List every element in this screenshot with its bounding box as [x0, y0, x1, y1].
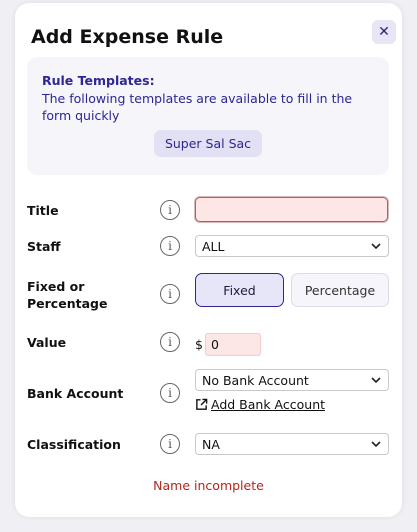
chevron-down-icon: [371, 243, 381, 250]
add-bank-account-link[interactable]: Add Bank Account: [195, 397, 325, 412]
info-icon[interactable]: i: [160, 332, 180, 352]
value-label: Value: [27, 335, 67, 350]
templates-description: The following templates are available to…: [42, 91, 353, 123]
validation-error-message: Name incomplete: [153, 478, 264, 493]
info-icon[interactable]: i: [160, 284, 180, 304]
currency-symbol: $: [195, 337, 203, 352]
add-expense-rule-modal: Add Expense Rule ✕ Rule Templates: The f…: [15, 3, 402, 517]
add-bank-account-label: Add Bank Account: [211, 397, 326, 412]
fixed-option-button[interactable]: Fixed: [195, 273, 284, 307]
title-label: Title: [27, 203, 59, 218]
rule-templates-panel: Rule Templates: The following templates …: [27, 57, 389, 175]
classification-selected-value: NA: [202, 436, 220, 452]
classification-label: Classification: [27, 437, 121, 452]
bank-account-selected-value: No Bank Account: [202, 372, 309, 388]
chevron-down-icon: [371, 441, 381, 448]
bank-account-label: Bank Account: [27, 386, 124, 401]
staff-selected-value: ALL: [202, 238, 225, 254]
percentage-option-button[interactable]: Percentage: [291, 273, 389, 307]
info-icon[interactable]: i: [160, 236, 180, 256]
close-button[interactable]: ✕: [372, 20, 396, 44]
info-icon[interactable]: i: [160, 200, 180, 220]
modal-title: Add Expense Rule: [31, 26, 224, 48]
template-button-super-sal-sac[interactable]: Super Sal Sac: [154, 130, 262, 157]
staff-select[interactable]: ALL: [195, 235, 389, 257]
classification-select[interactable]: NA: [195, 433, 389, 455]
title-input[interactable]: [195, 197, 388, 222]
info-icon[interactable]: i: [160, 434, 180, 454]
bank-account-select[interactable]: No Bank Account: [195, 369, 389, 391]
templates-heading: Rule Templates:: [42, 73, 155, 88]
staff-label: Staff: [27, 239, 61, 254]
external-link-icon: [196, 398, 208, 410]
value-input[interactable]: 0: [205, 333, 261, 356]
chevron-down-icon: [371, 377, 381, 384]
fixed-or-percentage-label: Fixed or Percentage: [27, 279, 108, 311]
close-icon: ✕: [378, 24, 390, 40]
info-icon[interactable]: i: [160, 383, 180, 403]
